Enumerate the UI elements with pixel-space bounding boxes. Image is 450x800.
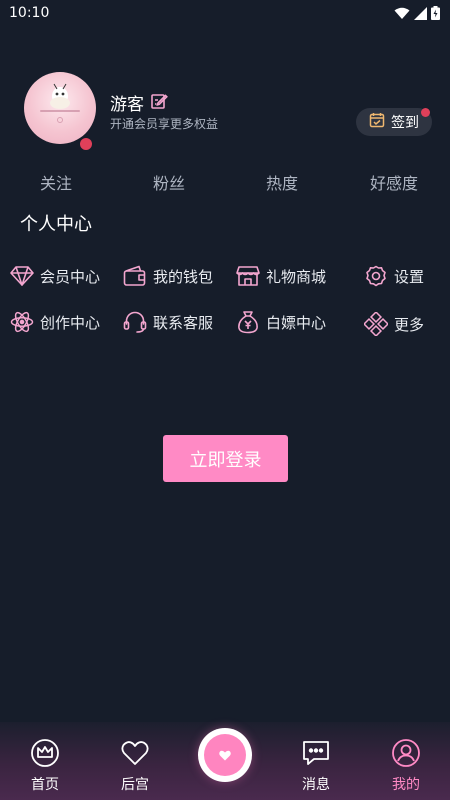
status-icons: [394, 5, 440, 24]
menu-settings[interactable]: 设置: [364, 263, 424, 289]
tab-harem[interactable]: 后宫: [100, 738, 170, 794]
menu-label: 会员中心: [40, 267, 101, 286]
grid-dots-icon: [364, 312, 388, 336]
menu-member-center[interactable]: 会员中心: [10, 263, 100, 289]
tab-label: 首页: [31, 777, 59, 793]
diamond-icon: [10, 264, 34, 288]
checkin-button[interactable]: 签到: [356, 108, 432, 136]
menu-more[interactable]: 更多: [364, 311, 424, 337]
gear-icon: [364, 264, 388, 288]
user-circle-icon: [391, 738, 421, 772]
tab-mine[interactable]: 我的: [371, 738, 441, 794]
chat-bubble-icon: [301, 738, 331, 772]
center-heart-inner: [204, 734, 246, 776]
tab-label: 后宫: [121, 777, 149, 793]
wallet-icon: [123, 264, 147, 288]
stat-favorability[interactable]: 好感度: [349, 170, 439, 194]
stats-row: 关注 粉丝 热度 好感度: [0, 170, 450, 194]
section-title: 个人中心: [20, 214, 92, 235]
menu-label: 联系客服: [153, 313, 214, 332]
member-subtitle: 开通会员享更多权益: [110, 117, 219, 131]
menu-label: 更多: [394, 315, 425, 334]
tab-home[interactable]: 首页: [10, 738, 80, 794]
menu-gift-mall[interactable]: 礼物商城: [236, 263, 326, 289]
heart-filled-icon: [219, 746, 231, 765]
store-icon: [236, 264, 260, 288]
tab-messages[interactable]: 消息: [281, 738, 351, 794]
checkin-label: 签到: [391, 115, 419, 131]
calendar-icon: [369, 112, 385, 132]
crown-icon: [30, 738, 60, 772]
menu-my-wallet[interactable]: 我的钱包: [123, 263, 213, 289]
tab-label: 消息: [302, 777, 330, 793]
center-heart-button[interactable]: [198, 728, 252, 782]
money-bag-icon: [236, 310, 260, 334]
signal-icon: [414, 5, 427, 24]
wifi-icon: [394, 5, 410, 24]
menu-label: 创作中心: [40, 313, 101, 332]
battery-icon: [431, 5, 440, 24]
menu-free-center[interactable]: 白嫖中心: [236, 309, 326, 335]
menu-customer-service[interactable]: 联系客服: [123, 309, 213, 335]
menu-label: 白嫖中心: [266, 313, 327, 332]
avatar-badge: [80, 138, 92, 150]
stat-popularity[interactable]: 热度: [237, 170, 327, 194]
avatar[interactable]: [24, 72, 96, 144]
menu-label: 礼物商城: [266, 267, 327, 286]
menu-creator-center[interactable]: 创作中心: [10, 309, 100, 335]
headset-icon: [123, 310, 147, 334]
profile-header: 游客 开通会员享更多权益 签到: [24, 72, 434, 152]
heart-outline-icon: [120, 738, 150, 772]
atom-icon: [10, 310, 34, 334]
status-time: 10:10: [9, 5, 50, 21]
username-row: 游客: [110, 90, 168, 115]
checkin-badge: [421, 108, 430, 117]
login-button[interactable]: 立即登录: [163, 435, 288, 482]
menu-label: 我的钱包: [153, 267, 214, 286]
status-bar: 10:10: [0, 0, 450, 26]
stat-following[interactable]: 关注: [11, 170, 101, 194]
username: 游客: [110, 95, 144, 115]
stat-fans[interactable]: 粉丝: [124, 170, 214, 194]
edit-icon[interactable]: [150, 92, 168, 114]
tab-label: 我的: [392, 777, 420, 793]
menu-label: 设置: [394, 267, 425, 286]
